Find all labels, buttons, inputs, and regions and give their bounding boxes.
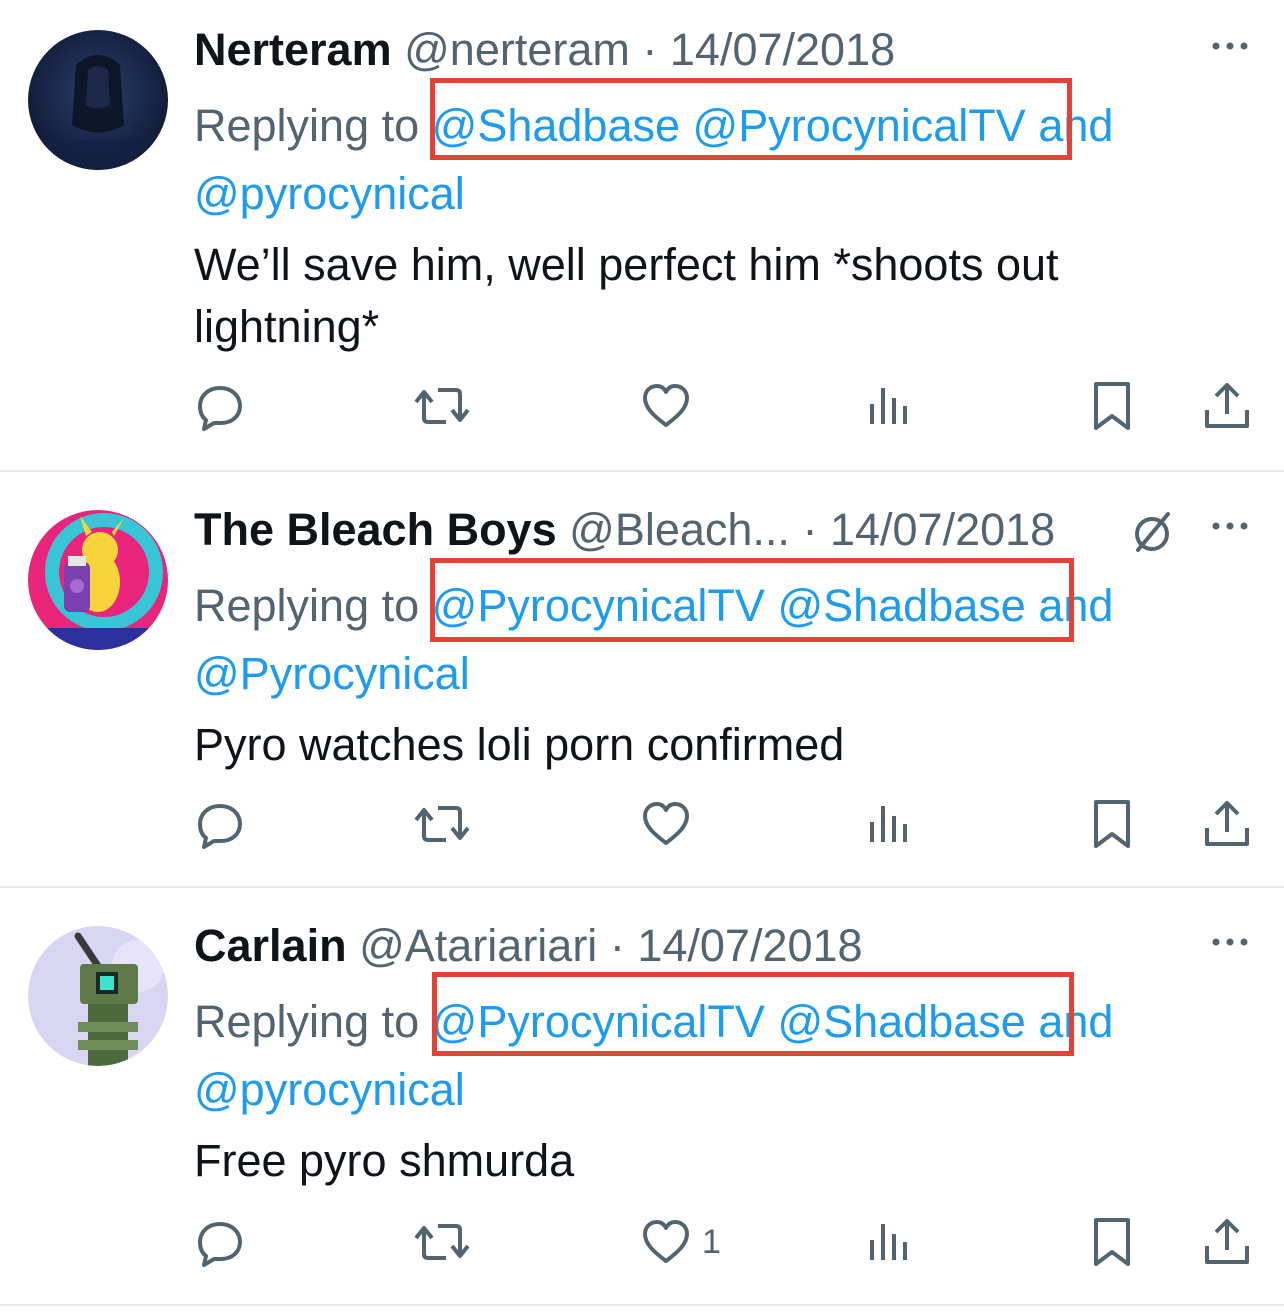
like-button[interactable] — [640, 376, 692, 436]
like-button[interactable]: 1 — [640, 1212, 721, 1272]
share-button[interactable] — [1202, 794, 1252, 854]
reply-button[interactable] — [194, 1212, 246, 1272]
tweet-header: Carlain @Atariariari · 14/07/2018 — [194, 918, 863, 974]
avatar[interactable] — [28, 30, 168, 170]
highlight-box — [430, 558, 1074, 642]
avatar[interactable] — [28, 926, 168, 1066]
retweet-icon — [414, 1224, 470, 1260]
reply-tweet-3[interactable]: Carlain @Atariariari · 14/07/2018 Replyi… — [0, 896, 1284, 1306]
reply-icon — [198, 804, 242, 849]
retweet-button[interactable] — [412, 376, 472, 436]
reply-button[interactable] — [194, 376, 246, 436]
retweet-icon — [414, 388, 470, 424]
tweet-date[interactable]: 14/07/2018 — [637, 920, 862, 971]
bookmark-icon — [1094, 382, 1130, 430]
share-button[interactable] — [1202, 1212, 1252, 1272]
mention-link[interactable]: @pyrocynical — [194, 1064, 465, 1115]
share-button[interactable] — [1202, 376, 1252, 436]
divider — [0, 886, 1284, 888]
replying-to-label: Replying to — [194, 996, 420, 1047]
like-count: 1 — [702, 1222, 721, 1261]
separator-dot: · — [802, 504, 818, 555]
retweet-button[interactable] — [412, 794, 472, 854]
reply-button[interactable] — [194, 794, 246, 854]
share-icon — [1205, 383, 1249, 428]
more-icon[interactable] — [1206, 922, 1254, 962]
verified-icon — [1128, 508, 1176, 556]
highlight-box — [430, 78, 1072, 160]
like-button[interactable] — [640, 794, 692, 854]
retweet-button[interactable] — [412, 1212, 472, 1272]
bookmark-button[interactable] — [1090, 794, 1134, 854]
reply-tweet-1[interactable]: Nerteram @nerteram · 14/07/2018 Replying… — [0, 0, 1284, 472]
avatar[interactable] — [28, 510, 168, 650]
reply-tweet-2[interactable]: The Bleach Boys @Bleach... · 14/07/2018 … — [0, 480, 1284, 888]
views-button[interactable] — [864, 794, 912, 854]
action-bar — [0, 794, 1284, 854]
reply-icon — [198, 1222, 242, 1267]
action-bar: 1 — [0, 1212, 1284, 1272]
replying-to-label: Replying to — [194, 580, 420, 631]
tweet-header: The Bleach Boys @Bleach... · 14/07/2018 — [194, 502, 1055, 558]
action-bar — [0, 376, 1284, 436]
views-button[interactable] — [864, 376, 912, 436]
display-name[interactable]: The Bleach Boys — [194, 504, 557, 555]
more-icon[interactable] — [1206, 506, 1254, 546]
views-icon — [870, 806, 907, 842]
bookmark-icon — [1094, 1218, 1130, 1266]
user-handle[interactable]: @Bleach... — [569, 504, 790, 555]
divider — [0, 1304, 1284, 1306]
bookmark-button[interactable] — [1090, 376, 1134, 436]
views-icon — [870, 1224, 907, 1260]
share-icon — [1205, 1219, 1249, 1264]
heart-icon — [643, 802, 689, 845]
replying-to-label: Replying to — [194, 100, 420, 151]
divider — [0, 470, 1284, 472]
views-icon — [870, 388, 907, 424]
display-name[interactable]: Carlain — [194, 920, 347, 971]
tweet-text: Pyro watches loli porn confirmed — [194, 719, 845, 770]
tweet-header: Nerteram @nerteram · 14/07/2018 — [194, 22, 895, 78]
views-button[interactable] — [864, 1212, 912, 1272]
retweet-icon — [414, 806, 470, 842]
heart-icon — [643, 384, 689, 427]
display-name[interactable]: Nerteram — [194, 24, 392, 75]
tweet-date[interactable]: 14/07/2018 — [670, 24, 895, 75]
tweet-text: Free pyro shmurda — [194, 1135, 575, 1186]
tweet-text: We’ll save him, well perfect him *shoots… — [194, 239, 1059, 352]
separator-dot: · — [642, 24, 658, 75]
more-icon[interactable] — [1206, 26, 1254, 66]
reply-icon — [198, 386, 242, 431]
highlight-box — [432, 972, 1074, 1056]
mention-link[interactable]: @pyrocynical — [194, 168, 465, 219]
share-icon — [1205, 801, 1249, 846]
bookmark-icon — [1094, 800, 1130, 848]
bookmark-button[interactable] — [1090, 1212, 1134, 1272]
separator-dot: · — [609, 920, 625, 971]
user-handle[interactable]: @nerteram — [404, 24, 630, 75]
heart-icon — [643, 1220, 689, 1263]
user-handle[interactable]: @Atariariari — [359, 920, 597, 971]
tweet-date[interactable]: 14/07/2018 — [830, 504, 1055, 555]
mention-link[interactable]: @Pyrocynical — [194, 648, 470, 699]
